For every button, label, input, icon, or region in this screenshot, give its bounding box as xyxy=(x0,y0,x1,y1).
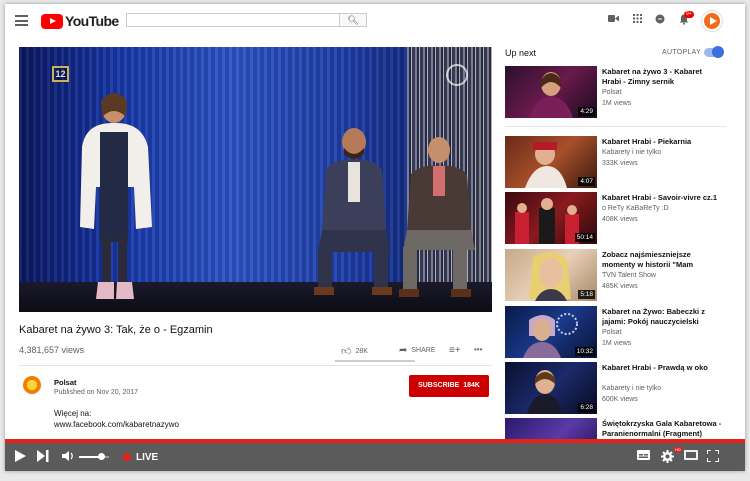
theater-mode-icon[interactable] xyxy=(684,450,698,463)
settings-gear-icon[interactable] xyxy=(661,450,674,466)
player-controls-bar xyxy=(5,443,745,471)
description-line: Więcej na: xyxy=(54,409,92,418)
channel-avatar[interactable] xyxy=(23,376,41,394)
next-video-icon[interactable] xyxy=(37,450,49,465)
video-duration: 6:28 xyxy=(578,403,595,412)
recommendation-views: 485K views xyxy=(602,283,638,290)
recommendation-title: Kabaret Hrabi - Piekarnia xyxy=(602,137,692,146)
fullscreen-icon[interactable] xyxy=(706,449,720,465)
live-label[interactable]: LIVE xyxy=(136,452,158,463)
apps-icon[interactable] xyxy=(630,14,644,28)
add-to-playlist-button[interactable]: ≡+ xyxy=(449,345,461,356)
volume-slider-handle[interactable] xyxy=(98,453,105,460)
recommendation-title: Świętokrzyska Gala Kabaretowa - Paranien… xyxy=(602,419,722,438)
logo-text: YouTube xyxy=(65,13,119,29)
youtube-play-logo-icon xyxy=(41,13,63,29)
search-icon: 🔍︎ xyxy=(347,15,359,25)
share-arrow-icon: ➦ xyxy=(399,345,408,356)
view-count: 4,381,657 views xyxy=(19,345,85,355)
channel-name[interactable]: Polsat xyxy=(54,378,77,387)
video-duration: 10:32 xyxy=(574,347,595,356)
recommendation-card[interactable]: 50:14 Kabaret Hrabi - Savoir-vivre cz.1 … xyxy=(505,192,735,244)
autoplay-label: AUTOPLAY xyxy=(662,49,702,56)
video-thumbnail: 50:14 xyxy=(505,192,597,244)
subscribe-label: SUBSCRIBE xyxy=(418,382,460,389)
recommendation-views: 408K views xyxy=(602,216,638,223)
play-icon[interactable] xyxy=(15,450,26,465)
search-button[interactable]: 🔍︎ xyxy=(340,13,367,27)
recommendation-channel: Polsat xyxy=(602,329,622,336)
video-camera-icon[interactable] xyxy=(606,14,620,28)
recommendation-views: 333K views xyxy=(602,160,638,167)
notification-count-badge: 9+ xyxy=(684,11,694,18)
video-thumbnail: 6:28 xyxy=(505,362,597,414)
recommendation-channel: Kabarety i nie tylko xyxy=(602,149,662,156)
search-input[interactable] xyxy=(126,13,340,27)
volume-icon[interactable] xyxy=(62,450,74,465)
share-label: SHARE xyxy=(411,347,436,354)
menu-icon[interactable] xyxy=(15,15,28,26)
video-duration: 4:29 xyxy=(578,107,595,116)
up-next-heading: Up next xyxy=(505,48,537,58)
masthead: YouTube 🔍︎ 9+ xyxy=(5,4,745,38)
autoplay-toggle[interactable] xyxy=(704,46,724,58)
age-rating-badge: 12 xyxy=(52,66,69,82)
recommendation-channel: Kabarety i nie tylko xyxy=(602,385,662,392)
youtube-logo[interactable]: YouTube xyxy=(41,12,119,30)
messages-icon[interactable] xyxy=(653,14,667,28)
recommendation-views: 600K views xyxy=(602,396,638,403)
recommendation-views: 1M views xyxy=(602,340,632,347)
video-title: Kabaret na żywo 3: Tak, że o - Egzamin xyxy=(19,324,213,336)
subscriber-count: 184K xyxy=(463,382,480,389)
video-duration: 4:07 xyxy=(578,177,595,186)
divider xyxy=(505,126,726,127)
thumbs-up-icon: 👍︎ xyxy=(341,346,352,357)
description-link[interactable]: www.facebook.com/kabaretnazywo xyxy=(54,420,179,429)
recommendation-title: Kabaret Hrabi - Prawdą w oko xyxy=(602,363,708,372)
video-thumbnail: 4:29 xyxy=(505,66,597,118)
recommendation-card[interactable]: 6:28 Kabaret Hrabi - Prawdą w oko Kabare… xyxy=(505,362,735,414)
recommendation-channel: Polsat xyxy=(602,89,622,96)
recommendation-card[interactable]: 4:29 Kabaret na żywo 3 - Kabaret Hrabi -… xyxy=(505,66,735,118)
share-button[interactable]: ➦ SHARE xyxy=(399,345,436,356)
playlist-add-icon: ≡+ xyxy=(449,345,461,356)
publish-date: Published on Nov 20, 2017 xyxy=(54,389,139,396)
divider xyxy=(19,365,492,366)
video-thumbnail: 10:32 xyxy=(505,306,597,358)
recommendation-title: Kabaret Hrabi - Savoir-vivre cz.1 xyxy=(602,193,718,202)
video-thumbnail: 4:07 xyxy=(505,136,597,188)
recommendation-card[interactable]: 10:32 Kabaret na Żywo: Babeczki z jajami… xyxy=(505,306,735,358)
live-indicator-dot xyxy=(123,453,131,461)
more-actions-button[interactable]: ••• xyxy=(474,345,482,354)
panelist-figure-2 xyxy=(399,137,475,297)
recommendation-title: Kabaret na żywo 3 - Kabaret Hrabi - Zimn… xyxy=(602,67,703,86)
recommendation-title: Zobacz najśmieszniejsze momenty w histor… xyxy=(602,250,694,269)
like-button[interactable]: 👍︎ 28K xyxy=(341,345,368,357)
performer-figure xyxy=(80,93,152,299)
sentiment-bar xyxy=(335,360,415,362)
recommendation-card[interactable]: 4:07 Kabaret Hrabi - Piekarnia Kabarety … xyxy=(505,136,735,188)
video-duration: 50:14 xyxy=(574,233,595,242)
video-thumbnail: 5:18 xyxy=(505,249,597,301)
recommendation-card[interactable]: 5:18 Zobacz najśmieszniejsze momenty w h… xyxy=(505,249,735,301)
subscribe-button[interactable]: SUBSCRIBE 184K xyxy=(409,375,489,397)
recommendation-title: Kabaret na Żywo: Babeczki z jajami: Pokó… xyxy=(602,307,705,326)
broadcaster-logo-icon xyxy=(446,64,468,86)
like-count: 28K xyxy=(355,347,368,355)
video-duration: 5:18 xyxy=(578,290,595,299)
hd-badge: HD xyxy=(674,447,682,452)
recommendation-channel: TVN Talent Show xyxy=(602,272,656,279)
browser-window: YouTube 🔍︎ 9+ 12 Kabaret na żywo 3: Tak,… xyxy=(5,4,745,471)
avatar[interactable] xyxy=(702,11,722,31)
recommendation-channel: o ReTy KaBaReTy :D xyxy=(602,205,669,212)
video-player[interactable]: 12 xyxy=(19,47,492,312)
recommendation-views: 1M views xyxy=(602,100,632,107)
subtitles-icon[interactable] xyxy=(637,450,650,463)
